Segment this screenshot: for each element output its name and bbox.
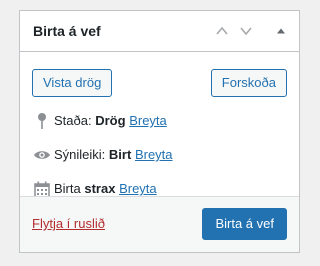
visibility-row: Sýnileiki: Birt Breyta: [32, 145, 173, 165]
preview-button[interactable]: Forskoða: [210, 69, 287, 97]
status-value: Drög: [95, 113, 126, 128]
pin-icon: [32, 111, 52, 131]
triangle-up-icon: [277, 28, 285, 34]
panel-footer: Flytja í ruslið Birta á vef: [20, 196, 299, 252]
status-row: Staða: Drög Breyta: [32, 111, 167, 131]
toggle-panel-button[interactable]: [270, 20, 292, 42]
edit-visibility-link[interactable]: Breyta: [135, 145, 173, 165]
move-to-trash-link[interactable]: Flytja í ruslið: [32, 214, 105, 234]
save-draft-button[interactable]: Vista drög: [32, 69, 113, 97]
visibility-label: Sýnileiki:: [54, 147, 106, 162]
publish-panel: Birta á vef Vista drög Forskoða Staða: D…: [19, 10, 300, 253]
move-up-button[interactable]: [211, 20, 233, 42]
publish-button[interactable]: Birta á vef: [202, 208, 287, 240]
edit-status-link[interactable]: Breyta: [129, 111, 167, 131]
eye-icon: [32, 145, 52, 165]
status-label: Staða:: [54, 113, 92, 128]
visibility-value: Birt: [108, 147, 132, 162]
panel-title: Birta á vef: [33, 23, 101, 39]
chevron-down-icon: [240, 27, 252, 36]
panel-body: Vista drög Forskoða Staða: Drög Breyta S…: [20, 52, 299, 199]
chevron-up-icon: [216, 26, 228, 35]
move-down-button[interactable]: [235, 20, 257, 42]
panel-header: Birta á vef: [20, 11, 299, 52]
